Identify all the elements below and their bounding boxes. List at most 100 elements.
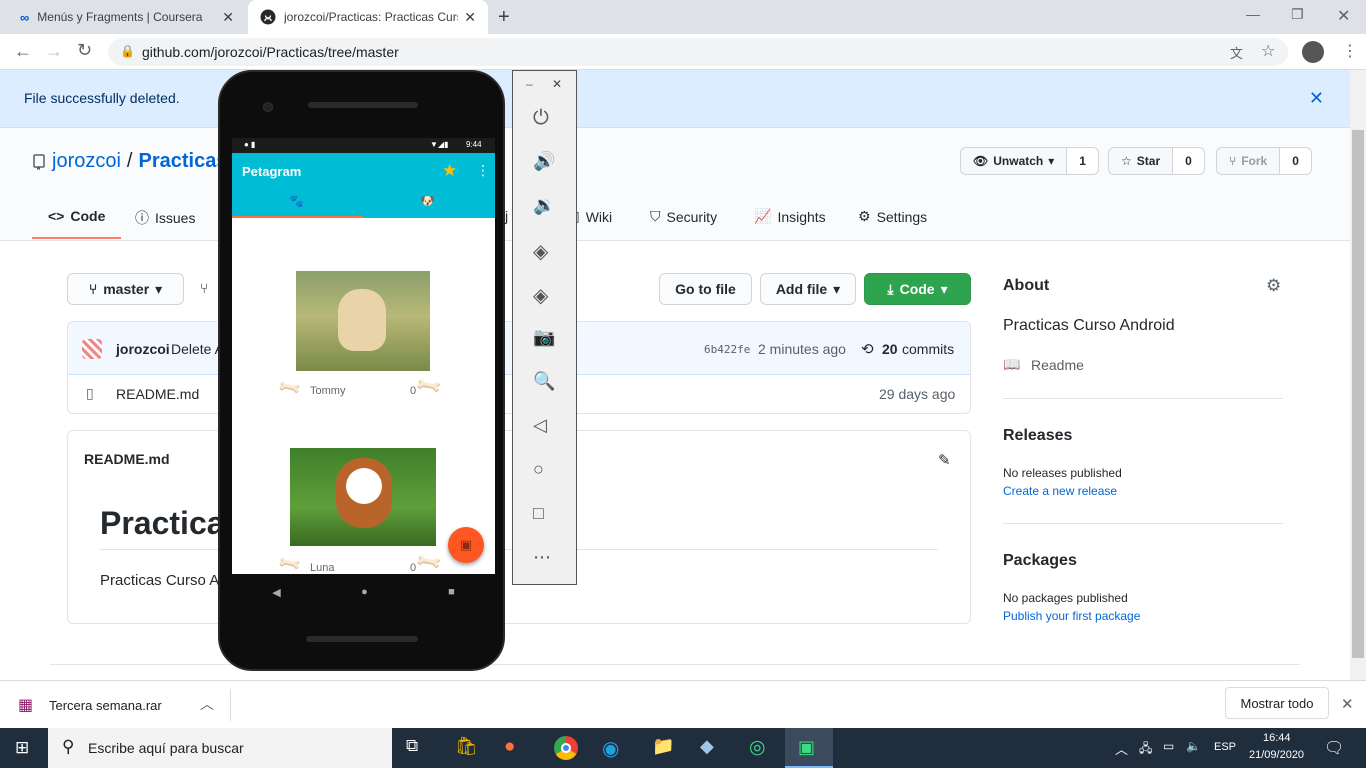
taskbar-search-input[interactable]: ⚲ Escribe aquí para buscar [48, 728, 392, 768]
android-studio-icon[interactable]: ◎ [749, 736, 773, 760]
emulator-minimize-icon[interactable]: – [526, 77, 533, 91]
home-icon[interactable]: ○ [533, 459, 557, 483]
packages-heading[interactable]: Packages [1003, 552, 1077, 570]
tab-security[interactable]: ⛉ Security [650, 208, 717, 225]
emulator-screen[interactable]: ● ▮ ▼◢▮ 9:44 Petagram ★ ⋮ 🐾 🐶 🦴 Tommy 0 … [232, 138, 495, 574]
page-scrollbar[interactable] [1350, 70, 1366, 680]
branches-icon[interactable]: ⑂ [200, 280, 208, 296]
gold-bone-icon[interactable]: 🦴 [414, 371, 444, 401]
go-to-file-button[interactable]: Go to file [659, 273, 752, 305]
overflow-menu-icon[interactable]: ⋮ [476, 162, 490, 179]
create-release-link[interactable]: Create a new release [1003, 484, 1117, 498]
tab-profile-dog-icon[interactable]: 🐶 [420, 194, 435, 208]
favorites-star-icon[interactable]: ★ [442, 161, 457, 181]
chevron-up-icon[interactable]: ︿ [200, 694, 214, 714]
publish-package-link[interactable]: Publish your first package [1003, 609, 1140, 623]
maximize-icon[interactable]: ❐ [1291, 6, 1304, 23]
task-view-icon[interactable]: ⧉ [406, 736, 430, 760]
white-bone-icon[interactable]: 🦴 [276, 550, 304, 574]
clock-date[interactable]: 21/09/2020 [1249, 749, 1304, 761]
download-filename[interactable]: Tercera semana.rar [49, 698, 162, 713]
scrollbar-thumb[interactable] [1352, 130, 1364, 658]
close-tab-icon[interactable]: ✕ [222, 9, 234, 26]
volume-down-icon[interactable]: 🔉 [533, 195, 557, 219]
close-tab-icon[interactable]: ✕ [464, 9, 476, 26]
close-window-icon[interactable]: ✕ [1337, 6, 1350, 26]
about-settings-gear-icon[interactable]: ⚙ [1266, 276, 1281, 296]
battery-icon[interactable]: ▭ [1163, 739, 1174, 753]
nav-back-icon[interactable]: ◀ [272, 586, 280, 599]
commit-author[interactable]: jorozcoi [116, 341, 170, 357]
close-shelf-icon[interactable]: ✕ [1341, 695, 1354, 713]
watch-count[interactable]: 1 [1067, 148, 1098, 174]
commit-message[interactable]: Delete A [171, 341, 224, 357]
back-icon[interactable]: ← [14, 41, 32, 62]
new-tab-icon[interactable]: + [498, 6, 510, 29]
screenshot-camera-icon[interactable]: 📷 [533, 327, 557, 351]
edge-icon[interactable]: ◉ [602, 736, 626, 760]
back-icon[interactable]: ◁ [533, 415, 557, 439]
rotate-left-icon[interactable]: ◈ [533, 239, 557, 263]
tab-insights[interactable]: 📈 Insights [754, 208, 826, 225]
menu-kebab-icon[interactable]: ⋮ [1342, 41, 1358, 61]
emulator-close-icon[interactable]: ✕ [552, 77, 562, 91]
app-icon[interactable]: ◆ [700, 736, 724, 760]
network-icon[interactable]: 🖧 [1139, 739, 1152, 760]
windows-start-icon[interactable]: ⊞ [15, 738, 29, 758]
forward-icon[interactable]: → [45, 41, 63, 62]
watch-button[interactable]: 👁 Unwatch ▾ 1 [960, 147, 1099, 175]
add-file-button[interactable]: Add file ▾ [760, 273, 856, 305]
tab-settings[interactable]: ⚙ Settings [858, 208, 927, 225]
star-count[interactable]: 0 [1173, 148, 1204, 174]
fork-button[interactable]: ⑂ Fork 0 [1216, 147, 1312, 175]
notifications-icon[interactable]: 🗨 [1324, 738, 1344, 758]
clock-time[interactable]: 16:44 [1263, 732, 1291, 744]
rotate-right-icon[interactable]: ◈ [533, 283, 557, 307]
volume-up-icon[interactable]: 🔊 [533, 151, 557, 175]
tray-chevron-up-icon[interactable]: ︿ [1115, 739, 1128, 758]
browser-tab-github[interactable]: jorozcoi/Practicas: Practicas Curs ✕ [248, 0, 488, 34]
branch-select[interactable]: ⑂ master ▾ [67, 273, 184, 305]
releases-heading[interactable]: Releases [1003, 427, 1072, 445]
language-indicator[interactable]: ESP [1214, 741, 1236, 753]
repo-name-link[interactable]: Practicas [138, 150, 227, 173]
commit-sha[interactable]: 6b422fe [704, 343, 750, 356]
store-icon[interactable]: 🛍 [455, 736, 479, 760]
more-options-icon[interactable]: ⋯ [533, 547, 557, 571]
commit-count[interactable]: 20 [882, 341, 898, 357]
star-button[interactable]: ☆ Star 0 [1108, 147, 1205, 175]
overview-icon[interactable]: □ [533, 503, 557, 527]
translate-icon[interactable]: 文 [1230, 43, 1243, 62]
tab-wiki[interactable]: ▯Wiki [572, 208, 612, 225]
repo-owner-link[interactable]: jorozcoi [52, 150, 121, 173]
code-download-button[interactable]: ⤓ Code ▾ [864, 273, 971, 305]
tab-issues[interactable]: ⓘ Issues [135, 208, 195, 228]
power-icon[interactable]: ⏻ [533, 107, 557, 131]
pet-photo-luna[interactable] [290, 448, 436, 546]
file-name[interactable]: README.md [116, 386, 199, 402]
nav-home-icon[interactable]: ● [361, 586, 368, 598]
nav-recents-icon[interactable]: ■ [448, 586, 455, 598]
volume-icon[interactable]: 🔈 [1186, 739, 1201, 753]
author-avatar[interactable] [82, 339, 102, 359]
profile-avatar[interactable] [1302, 41, 1324, 63]
fork-count[interactable]: 0 [1280, 148, 1311, 174]
white-bone-icon[interactable]: 🦴 [276, 374, 304, 402]
reload-icon[interactable]: ↻ [77, 40, 92, 61]
edit-pencil-icon[interactable]: ✎ [938, 451, 951, 469]
tab-code[interactable]: <> Code [32, 208, 122, 239]
minimize-icon[interactable]: — [1246, 6, 1260, 22]
chrome-icon[interactable] [554, 736, 578, 760]
zoom-icon[interactable]: 🔍 [533, 371, 557, 395]
tab-projects-partial[interactable]: j [505, 208, 508, 224]
pet-photo-tommy[interactable] [296, 271, 430, 371]
browser-tab-coursera[interactable]: ∞ Menús y Fragments | Coursera ✕ [8, 0, 246, 34]
bookmark-star-icon[interactable]: ☆ [1261, 41, 1275, 61]
address-bar[interactable]: 🔒 github.com/jorozcoi/Practicas/tree/mas… [108, 38, 1288, 66]
readme-link[interactable]: Readme [1031, 357, 1084, 373]
show-all-button[interactable]: Mostrar todo [1225, 687, 1329, 719]
firefox-icon[interactable]: ● [504, 736, 528, 760]
camera-fab[interactable]: ▣ [448, 527, 484, 563]
commits-label[interactable]: commits [902, 341, 954, 357]
active-emulator-task[interactable]: ▣ [785, 728, 833, 768]
